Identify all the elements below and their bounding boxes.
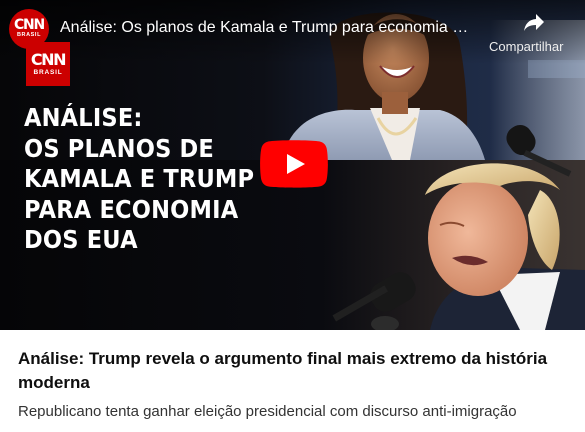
share-button[interactable]: Compartilhar bbox=[485, 10, 583, 58]
news-card: CNN BRASIL Análise: Os planos de Kamala … bbox=[0, 0, 585, 432]
thumbnail-logo-subtext: BRASIL bbox=[33, 68, 63, 76]
thumbnail-cnn-logo: CNN BRASIL bbox=[26, 42, 70, 86]
headline-line: ANÁLISE: bbox=[24, 103, 143, 132]
headline-line: DOS EUA bbox=[24, 225, 138, 254]
headline-line: OS PLANOS DE bbox=[24, 133, 214, 163]
article-subtitle: Republicano tenta ganhar eleição preside… bbox=[18, 403, 517, 420]
thumbnail-headline: ANÁLISE: OS PLANOS DE KAMALA E TRUMP PAR… bbox=[24, 103, 254, 256]
channel-logo-text: CNN bbox=[13, 17, 45, 33]
channel-logo-subtext: BRASIL bbox=[16, 32, 42, 38]
share-label: Compartilhar bbox=[489, 39, 564, 54]
share-arrow-icon bbox=[524, 14, 544, 31]
thumbnail-logo-text: CNN bbox=[30, 49, 67, 69]
headline-line: PARA ECONOMIA bbox=[24, 194, 239, 224]
video-embed[interactable]: CNN BRASIL Análise: Os planos de Kamala … bbox=[0, 0, 585, 330]
article-title-link[interactable]: Análise: Trump revela o argumento final … bbox=[18, 347, 558, 395]
video-title-link[interactable]: Análise: Os planos de Kamala e Trump par… bbox=[60, 18, 472, 38]
youtube-play-icon[interactable] bbox=[260, 140, 328, 188]
headline-line: KAMALA E TRUMP bbox=[24, 164, 255, 193]
